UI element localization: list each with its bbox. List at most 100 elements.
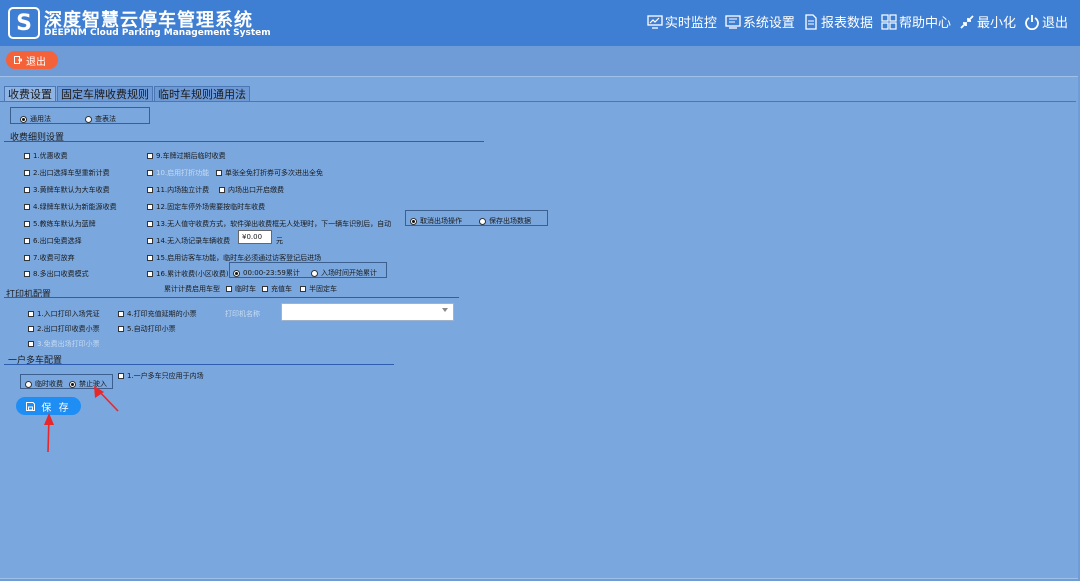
checkbox-type-semifixed[interactable]: 半固定车: [300, 284, 337, 294]
checkbox-label: 16.累计收费(小区收费): [156, 270, 229, 278]
nav-report-data[interactable]: 报表数据: [803, 12, 873, 31]
checkbox-box: [300, 286, 306, 292]
checkbox-box: [147, 187, 153, 193]
checkbox-green-plate-ev[interactable]: 4.绿牌车默认为新能源收费: [24, 202, 117, 212]
radio-no-entry[interactable]: 禁止驶入: [69, 379, 107, 389]
checkbox-box: [118, 373, 124, 379]
checkbox-box: [24, 221, 30, 227]
checkbox-box: [24, 271, 30, 277]
app-header: S 深度智慧云停车管理系统 DEEPNM Cloud Parking Manag…: [0, 0, 1080, 46]
checkbox-fee-abandon[interactable]: 7.收费可放弃: [24, 253, 75, 263]
checkbox-recharge-print[interactable]: 4.打印充值延期的小票: [118, 309, 197, 319]
checkbox-box: [24, 238, 30, 244]
checkbox-label: 1.一户多车只应用于内场: [127, 372, 204, 380]
radio-general-method[interactable]: 通用法: [20, 114, 51, 124]
checkbox-label: 单张全免打折券可多次进出全免: [225, 169, 323, 177]
save-icon: [26, 401, 36, 411]
nav-system-settings[interactable]: 系统设置: [725, 12, 795, 31]
checkbox-exit-free[interactable]: 6.出口免费选择: [24, 236, 82, 246]
checkbox-box: [24, 255, 30, 261]
checkbox-multi-car-inner[interactable]: 1.一户多车只应用于内场: [118, 371, 204, 381]
checkbox-coach-blue[interactable]: 5.教练车默认为蓝牌: [24, 219, 96, 229]
radio-daily-cumulative[interactable]: 00:00-23:59累计: [233, 268, 300, 278]
save-button-label: 保 存: [41, 402, 71, 414]
checkbox-cumulative-fee[interactable]: 16.累计收费(小区收费): [147, 269, 229, 279]
checkbox-box: [147, 221, 153, 227]
checkbox-label: 6.出口免费选择: [33, 237, 82, 245]
printer-name-select[interactable]: [281, 303, 454, 321]
radio-label: 入场时间开始累计: [321, 269, 377, 277]
radio-dot: [233, 269, 240, 277]
checkbox-label: 5.教练车默认为蓝牌: [33, 220, 96, 228]
checkbox-free-coupon-multi[interactable]: 单张全免打折券可多次进出全免: [216, 168, 323, 178]
checkbox-box: [118, 311, 124, 317]
checkbox-box: [24, 187, 30, 193]
checkbox-auto-print[interactable]: 5.自动打印小票: [118, 324, 176, 334]
checkbox-label: 4.绿牌车默认为新能源收费: [33, 203, 117, 211]
checkbox-label: 充值车: [271, 285, 292, 293]
checkbox-unattended-fee[interactable]: 13.无人值守收费方式，软件弹出收费框无人处理时，下一辆车识别后，自动: [147, 219, 391, 229]
checkbox-label: 内场出口开启缴费: [228, 186, 284, 194]
settings-screen-icon: [725, 14, 741, 29]
fee-unit-label: 元: [276, 236, 283, 246]
checkbox-box: [28, 326, 34, 332]
logo-icon: S: [8, 7, 40, 39]
no-entry-fee-input[interactable]: ¥0.00: [238, 230, 272, 244]
checkbox-entry-print[interactable]: 1.入口打印入场凭证: [28, 309, 100, 319]
radio-dot: [25, 380, 32, 388]
checkbox-expired-temp-fee[interactable]: 9.车牌过期后临时收费: [147, 151, 226, 161]
radio-entry-cumulative[interactable]: 入场时间开始累计: [311, 268, 377, 278]
checkbox-box: [24, 204, 30, 210]
checkbox-type-prepaid[interactable]: 充值车: [262, 284, 292, 294]
cumulative-types-label: 累计计费启用车型: [164, 284, 220, 294]
radio-label: 临时收费: [35, 380, 63, 388]
nav-minimize[interactable]: 最小化: [959, 12, 1016, 31]
checkbox-exit-reselect-type[interactable]: 2.出口选择车型重新计费: [24, 168, 110, 178]
exit-button[interactable]: 退出: [6, 51, 58, 69]
monitor-icon: [647, 14, 663, 29]
nav-label: 系统设置: [742, 16, 795, 31]
tab-temp-car-rules[interactable]: 临时车规则通用法: [154, 86, 250, 102]
nav-realtime-monitor[interactable]: 实时监控: [647, 12, 717, 31]
checkbox-exit-print[interactable]: 2.出口打印收费小票: [28, 324, 100, 334]
save-button[interactable]: 保 存: [16, 397, 81, 415]
grid-icon: [881, 13, 897, 30]
tab-fee-settings[interactable]: 收费设置: [4, 86, 56, 102]
checkbox-box: [147, 271, 153, 277]
checkbox-label: 3.黄牌车默认为大车收费: [33, 186, 110, 194]
checkbox-label: 7.收费可放弃: [33, 254, 75, 262]
checkbox-fixed-outer-temp[interactable]: 12.固定车停外场需要按临时车收费: [147, 202, 265, 212]
checkbox-label: 10.启用打折功能: [156, 169, 210, 177]
tab-fixed-plate-rules[interactable]: 固定车牌收费规则: [57, 86, 153, 102]
label-text: 累计计费启用车型: [164, 285, 220, 293]
unit-text: 元: [276, 237, 283, 245]
radio-dot: [479, 217, 486, 225]
nav-exit[interactable]: 退出: [1024, 12, 1068, 31]
checkbox-box: [24, 153, 30, 159]
checkbox-label: 半固定车: [309, 285, 337, 293]
checkbox-label: 13.无人值守收费方式，软件弹出收费框无人处理时，下一辆车识别后，自动: [156, 220, 392, 228]
checkbox-box: [147, 153, 153, 159]
logout-icon: [14, 56, 22, 64]
radio-label: 通用法: [30, 115, 51, 123]
checkbox-yellow-plate-large[interactable]: 3.黄牌车默认为大车收费: [24, 185, 110, 195]
nav-help-center[interactable]: 帮助中心: [881, 12, 951, 31]
radio-temp-fee[interactable]: 临时收费: [25, 379, 63, 389]
tab-bar: 收费设置 固定车牌收费规则 临时车规则通用法: [4, 86, 251, 102]
checkbox-no-entry-fee[interactable]: 14.无入场记录车辆收费: [147, 236, 230, 246]
checkbox-label: 临时车: [235, 285, 256, 293]
checkbox-type-temp[interactable]: 临时车: [226, 284, 256, 294]
checkbox-inner-independent[interactable]: 11.内场独立计费: [147, 185, 209, 195]
radio-cancel-exit[interactable]: 取消出场操作: [410, 216, 462, 226]
checkbox-inner-exit-pay[interactable]: 内场出口开启缴费: [219, 185, 284, 195]
checkbox-enable-discount[interactable]: 10.启用打折功能: [147, 168, 209, 178]
checkbox-box: [262, 286, 268, 292]
checkbox-box: [147, 255, 153, 261]
radio-table-method[interactable]: 查表法: [85, 114, 116, 124]
checkbox-free-exit-print[interactable]: 3.免费出场打印小票: [28, 339, 100, 349]
radio-save-exit-data[interactable]: 保存出场数据: [479, 216, 531, 226]
checkbox-box: [24, 170, 30, 176]
checkbox-multi-exit[interactable]: 8.多出口收费模式: [24, 269, 89, 279]
checkbox-box: [28, 341, 34, 347]
checkbox-discount-fee[interactable]: 1.优惠收费: [24, 151, 68, 161]
